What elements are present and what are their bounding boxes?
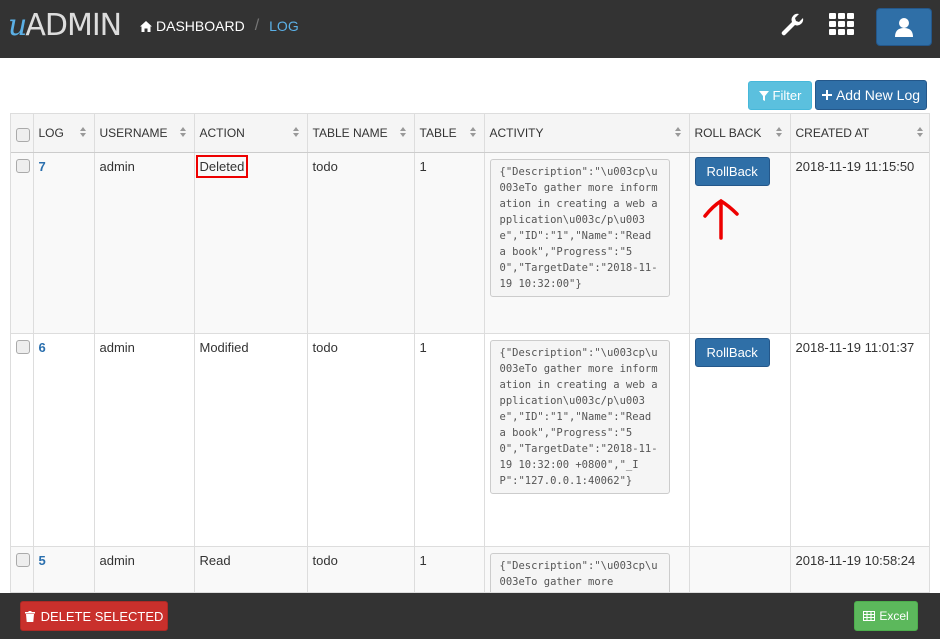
activity-cell: {"Description":"\u003cp\u003eTo gather m… [484,546,690,592]
action-cell: Modified [194,333,308,547]
column-label: LOG [38,125,64,140]
column-header-activity[interactable]: ACTIVITY [484,114,690,153]
filter-button-label: Filter [772,88,802,103]
rollback-cell: RollBack [689,152,791,334]
breadcrumb-log[interactable]: LOG [269,18,299,34]
row-checkbox[interactable] [16,158,30,173]
table-header-row: LOG USERNAME ACTION TABLE NAME TABLE ACT… [11,114,929,153]
logo-prefix: u [8,8,27,43]
sort-icon[interactable] [292,127,299,139]
created-at-cell: 2018-11-19 10:58:24 [790,546,929,592]
row-select-cell [11,152,34,334]
table-row: 5 admin Read todo 1 {"Description":"\u00… [11,546,929,592]
delete-selected-button[interactable]: DELETE SELECTED [20,601,168,631]
user-icon [895,18,913,37]
table-row: 7 admin Deleted todo 1 {"Description":"\… [11,152,929,334]
bottom-action-bar: DELETE SELECTED Excel [0,593,940,639]
sort-icon[interactable] [775,127,782,139]
column-label: CREATED AT [795,125,870,140]
activity-cell: {"Description":"\u003cp\u003eTo gather m… [484,333,690,547]
rollback-cell: RollBack [689,333,791,547]
column-label: TABLE NAME [312,125,388,140]
filter-icon [758,90,769,101]
row-select-cell [11,546,34,592]
column-label: ROLL BACK [694,125,762,140]
annotation-arrow-icon [703,198,739,240]
table-cell: 1 [414,546,485,592]
table-cell: 1 [414,152,485,334]
created-at-cell: 2018-11-19 11:01:37 [790,333,929,547]
excel-export-label: Excel [879,609,909,623]
breadcrumb: DASHBOARD / LOG [140,17,299,35]
action-cell: Deleted [194,152,308,334]
rollback-button[interactable]: RollBack [694,156,770,186]
rollback-cell [689,546,791,592]
log-id-cell: 6 [33,333,95,547]
logo-text: ADMIN [25,8,122,43]
add-new-log-label: Add New Log [835,87,921,103]
table-cell: 1 [414,333,485,547]
top-navbar: uADMIN DASHBOARD / LOG [0,0,940,58]
column-header-roll-back[interactable]: ROLL BACK [689,114,791,153]
select-all-header [11,114,34,153]
row-checkbox[interactable] [16,552,30,567]
activity-json: {"Description":"\u003cp\u003eTo gather m… [489,339,670,494]
breadcrumb-separator: / [254,17,260,34]
sort-icon[interactable] [399,127,406,139]
filter-button[interactable]: Filter [748,81,812,110]
trash-icon [24,610,35,622]
activity-json: {"Description":"\u003cp\u003eTo gather m… [489,158,670,297]
column-label: TABLE [419,125,457,140]
sort-icon[interactable] [916,127,923,139]
activity-json: {"Description":"\u003cp\u003eTo gather m… [489,552,670,592]
log-id-cell: 7 [33,152,95,334]
column-header-username[interactable]: USERNAME [94,114,195,153]
table-row: 6 admin Modified todo 1 {"Description":"… [11,333,929,547]
column-label: ACTION [199,125,245,140]
add-new-log-button[interactable]: Add New Log [815,80,927,110]
apps-grid-icon[interactable] [829,13,855,35]
log-id-link[interactable]: 7 [39,159,46,174]
row-select-cell [11,333,34,547]
table-name-cell: todo [307,546,415,592]
log-table-container: LOG USERNAME ACTION TABLE NAME TABLE ACT… [10,113,930,593]
select-all-checkbox[interactable] [16,127,30,142]
row-checkbox[interactable] [16,339,30,354]
log-table: LOG USERNAME ACTION TABLE NAME TABLE ACT… [11,114,929,592]
log-id-link[interactable]: 5 [39,553,46,568]
rollback-button[interactable]: RollBack [694,337,770,367]
log-id-link[interactable]: 6 [39,340,46,355]
created-at-cell: 2018-11-19 11:15:50 [790,152,929,334]
username-cell: admin [94,546,195,592]
table-icon [863,611,876,621]
column-header-table[interactable]: TABLE [414,114,485,153]
logo[interactable]: uADMIN [8,6,122,46]
plus-icon [821,90,832,100]
table-name-cell: todo [307,333,415,547]
breadcrumb-dashboard[interactable]: DASHBOARD [140,18,245,34]
column-header-action[interactable]: ACTION [194,114,308,153]
table-name-cell: todo [307,152,415,334]
log-id-cell: 5 [33,546,95,592]
column-header-created-at[interactable]: CREATED AT [790,114,929,153]
delete-selected-label: DELETE SELECTED [40,608,164,624]
excel-export-button[interactable]: Excel [854,601,918,631]
username-cell: admin [94,152,195,334]
sort-icon[interactable] [179,127,186,139]
home-icon [140,20,152,32]
sort-icon[interactable] [469,127,476,139]
activity-cell: {"Description":"\u003cp\u003eTo gather m… [484,152,690,334]
sort-icon[interactable] [674,127,681,139]
column-label: USERNAME [99,125,168,140]
column-header-table-name[interactable]: TABLE NAME [307,114,415,153]
user-menu-button[interactable] [876,8,932,46]
sort-icon[interactable] [79,127,86,139]
action-cell: Read [194,546,308,592]
breadcrumb-dashboard-label: DASHBOARD [156,18,245,34]
action-value-highlighted: Deleted [195,154,249,178]
username-cell: admin [94,333,195,547]
column-header-log[interactable]: LOG [33,114,95,153]
column-label: ACTIVITY [489,125,544,140]
wrench-icon[interactable] [780,13,806,39]
